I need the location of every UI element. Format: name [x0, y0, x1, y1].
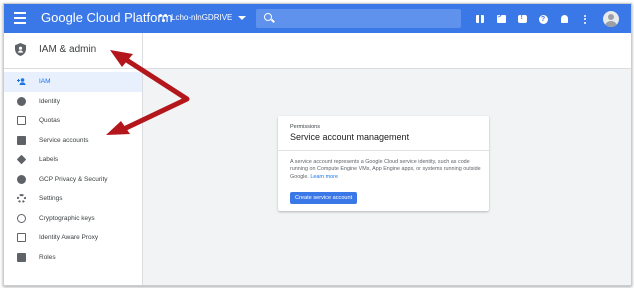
card-title: Service account management [290, 132, 410, 142]
sidebar-item-privacy-security[interactable]: GCP Privacy & Security [4, 170, 142, 190]
service-account-icon [17, 135, 26, 145]
service-account-card: Permissions Service account management A… [278, 116, 489, 211]
sidebar-item-label: Identity Aware Proxy [39, 234, 99, 242]
person-add-icon [17, 78, 26, 86]
sidebar-item-iam[interactable]: IAM [4, 72, 142, 92]
help-icon[interactable]: ? [538, 14, 548, 24]
chevron-down-icon [238, 15, 247, 20]
label-icon [16, 154, 27, 165]
search-bar[interactable] [256, 9, 461, 28]
roles-icon [17, 252, 26, 262]
account-circle-icon [17, 96, 26, 106]
sidebar: IAM & admin IAM Identity Quotas Service … [4, 33, 143, 285]
sidebar-item-service-accounts[interactable]: Service accounts [4, 131, 142, 151]
sidebar-item-identity[interactable]: Identity [4, 92, 142, 112]
card-eyebrow: Permissions [290, 124, 320, 130]
sidebar-item-settings[interactable]: Settings [4, 189, 142, 209]
main-header [143, 33, 631, 69]
settings-icon [17, 194, 26, 204]
card-divider [278, 150, 489, 151]
sidebar-header: IAM & admin [4, 33, 142, 69]
privacy-icon [17, 174, 26, 184]
card-description: A service account represents a Google Cl… [290, 159, 482, 181]
cloud-shell-icon[interactable] [496, 13, 506, 24]
quota-icon [17, 116, 26, 126]
sidebar-item-label: Service accounts [39, 136, 89, 144]
sidebar-item-label: GCP Privacy & Security [39, 175, 108, 183]
key-icon [17, 213, 26, 223]
learn-more-link[interactable]: Learn more [310, 174, 338, 180]
search-icon [264, 13, 272, 21]
more-vert-icon[interactable] [580, 14, 590, 24]
browser-frame: Google Cloud Platform Lcho-nlnGDRIVE ? [3, 3, 632, 286]
main-content: Permissions Service account management A… [143, 33, 631, 285]
bell-icon[interactable] [559, 14, 569, 24]
sidebar-title: IAM & admin [39, 44, 97, 55]
project-dots-icon [159, 13, 168, 22]
proxy-icon [17, 233, 26, 243]
create-service-account-button[interactable]: Create service account [290, 192, 358, 204]
sidebar-item-labels[interactable]: Labels [4, 150, 142, 170]
sidebar-nav: IAM Identity Quotas Service accounts Lab… [4, 72, 142, 267]
sidebar-item-roles[interactable]: Roles [4, 248, 142, 268]
sidebar-item-label: Settings [39, 195, 63, 203]
notifications-chat-icon[interactable] [517, 14, 527, 24]
sidebar-item-label: Roles [39, 253, 56, 261]
toolbar-icons: ? [475, 11, 619, 27]
top-bar: Google Cloud Platform Lcho-nlnGDRIVE ? [4, 4, 631, 33]
account-avatar-icon[interactable] [603, 11, 619, 27]
project-selector[interactable]: Lcho-nlnGDRIVE [159, 13, 247, 22]
sidebar-item-cryptographic-keys[interactable]: Cryptographic keys [4, 209, 142, 229]
hamburger-menu-icon[interactable] [14, 12, 26, 24]
brand-title[interactable]: Google Cloud Platform [41, 10, 173, 25]
sidebar-item-label: Quotas [39, 117, 60, 125]
sidebar-item-label: Labels [39, 156, 59, 164]
gift-icon[interactable] [475, 14, 485, 24]
sidebar-item-label: IAM [39, 78, 51, 86]
sidebar-item-identity-aware-proxy[interactable]: Identity Aware Proxy [4, 228, 142, 248]
sidebar-item-quotas[interactable]: Quotas [4, 111, 142, 131]
shield-icon [15, 43, 26, 56]
search-input[interactable] [278, 11, 457, 27]
sidebar-item-label: Cryptographic keys [39, 214, 95, 222]
project-name: Lcho-nlnGDRIVE [171, 13, 233, 22]
sidebar-item-label: Identity [39, 97, 60, 105]
